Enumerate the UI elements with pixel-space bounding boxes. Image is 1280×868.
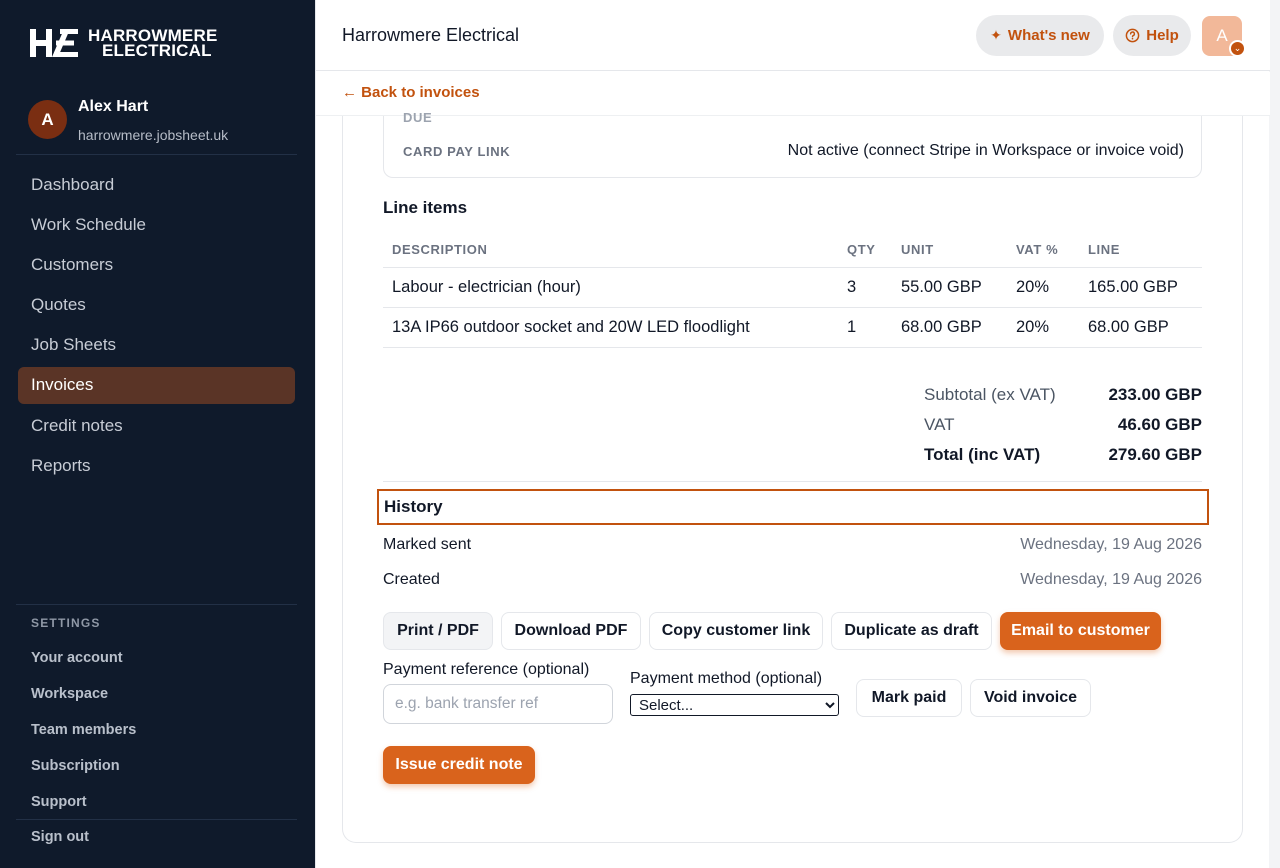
due-label: DUE <box>403 110 433 122</box>
settings-your-account[interactable]: Your account <box>31 640 136 676</box>
vat-row: VAT 46.60 GBP <box>924 410 1202 440</box>
nav-quotes[interactable]: Quotes <box>18 287 295 324</box>
card-pay-link-label: CARD PAY LINK <box>403 144 511 159</box>
settings-support[interactable]: Support <box>31 784 136 820</box>
subtotal-row: Subtotal (ex VAT) 233.00 GBP <box>924 380 1202 410</box>
col-vat: VAT % <box>1016 232 1088 268</box>
user-profile[interactable]: A Alex Hart harrowmere.jobsheet.uk <box>28 98 228 143</box>
history-event-label: Marked sent <box>383 536 472 553</box>
settings-heading: SETTINGS <box>31 616 101 630</box>
signout-divider <box>16 819 297 820</box>
mark-paid-button[interactable]: Mark paid <box>856 679 962 717</box>
page-title: Harrowmere Electrical <box>342 25 520 45</box>
invoice-card: DUE CARD PAY LINK Not active (connect St… <box>342 110 1243 843</box>
user-name: Alex Hart <box>78 98 149 115</box>
account-menu-button[interactable]: A ⌄ <box>1202 16 1246 57</box>
history-event-label: Created <box>383 571 440 588</box>
payment-reference-input[interactable] <box>383 684 613 724</box>
sidebar-nav: Dashboard Work Schedule Customers Quotes… <box>18 166 295 488</box>
history-event: Marked sent Wednesday, 19 Aug 2026 <box>383 536 1202 554</box>
nav-dashboard[interactable]: Dashboard <box>18 166 295 203</box>
payment-method-select[interactable]: Select... <box>630 694 839 716</box>
top-bar: Harrowmere Electrical ✦ What's new Help … <box>316 0 1270 71</box>
print-pdf-button[interactable]: Print / PDF <box>383 612 493 650</box>
total-row: Total (inc VAT) 279.60 GBP <box>924 440 1202 470</box>
item-line-total: 68.00 GBP <box>1088 307 1202 348</box>
whats-new-label: What's new <box>1007 27 1090 44</box>
item-line-total: 165.00 GBP <box>1088 267 1202 308</box>
history-event: Created Wednesday, 19 Aug 2026 <box>383 571 1202 589</box>
sign-out-link[interactable]: Sign out <box>31 829 89 845</box>
col-description: DESCRIPTION <box>383 232 847 268</box>
nav-job-sheets[interactable]: Job Sheets <box>18 327 295 364</box>
item-description: 13A IP66 outdoor socket and 20W LED floo… <box>383 307 847 348</box>
settings-nav: Your account Workspace Team members Subs… <box>31 640 136 820</box>
nav-work-schedule[interactable]: Work Schedule <box>18 206 295 243</box>
item-qty: 3 <box>847 267 901 308</box>
nav-invoices[interactable]: Invoices <box>18 366 295 404</box>
table-row: 13A IP66 outdoor socket and 20W LED floo… <box>383 307 1202 348</box>
logo-text: HARROWMERE ELECTRICAL <box>88 27 218 60</box>
logo-mark-icon <box>30 29 78 57</box>
subtotal-label: Subtotal (ex VAT) <box>924 385 1056 404</box>
chevron-down-icon: ⌄ <box>1229 40 1246 57</box>
total-value: 279.60 GBP <box>1108 445 1202 464</box>
vat-label: VAT <box>924 415 955 434</box>
subtotal-value: 233.00 GBP <box>1108 385 1202 404</box>
user-avatar: A <box>28 100 67 139</box>
table-header-row: DESCRIPTION QTY UNIT VAT % LINE <box>383 232 1202 268</box>
help-button[interactable]: Help <box>1113 15 1191 56</box>
void-invoice-button[interactable]: Void invoice <box>970 679 1091 717</box>
item-description: Labour - electrician (hour) <box>383 267 847 308</box>
back-to-invoices-link[interactable]: ← Back to invoices <box>342 84 480 101</box>
settings-divider <box>16 604 297 605</box>
settings-team-members[interactable]: Team members <box>31 712 136 748</box>
history-event-date: Wednesday, 19 Aug 2026 <box>1020 571 1202 588</box>
settings-workspace[interactable]: Workspace <box>31 676 136 712</box>
totals-divider <box>383 481 1202 482</box>
sidebar-divider <box>16 154 297 155</box>
item-vat: 20% <box>1016 307 1088 348</box>
invoice-totals: Subtotal (ex VAT) 233.00 GBP VAT 46.60 G… <box>924 380 1202 470</box>
email-to-customer-button[interactable]: Email to customer <box>1000 612 1161 650</box>
item-qty: 1 <box>847 307 901 348</box>
history-heading-box: History <box>377 489 1209 525</box>
col-qty: QTY <box>847 232 901 268</box>
col-line: LINE <box>1088 232 1202 268</box>
invoice-info-box: DUE CARD PAY LINK Not active (connect St… <box>383 110 1202 178</box>
col-unit: UNIT <box>901 232 1016 268</box>
total-label: Total (inc VAT) <box>924 445 1041 464</box>
nav-reports[interactable]: Reports <box>18 447 295 484</box>
history-title: History <box>384 497 443 516</box>
nav-credit-notes[interactable]: Credit notes <box>18 407 295 444</box>
sidebar: HARROWMERE ELECTRICAL A Alex Hart harrow… <box>0 0 315 868</box>
card-pay-link-value: Not active (connect Stripe in Workspace … <box>787 142 1184 159</box>
back-bar: ← Back to invoices <box>316 72 1270 116</box>
issue-credit-note-button[interactable]: Issue credit note <box>383 746 535 784</box>
whats-new-button[interactable]: ✦ What's new <box>976 15 1104 56</box>
history-event-date: Wednesday, 19 Aug 2026 <box>1020 536 1202 553</box>
table-row: Labour - electrician (hour) 3 55.00 GBP … <box>383 267 1202 308</box>
help-label: Help <box>1146 27 1179 44</box>
item-unit: 68.00 GBP <box>901 307 1016 348</box>
duplicate-as-draft-button[interactable]: Duplicate as draft <box>831 612 992 650</box>
sparkle-icon: ✦ <box>990 27 1002 43</box>
main-content: Harrowmere Electrical ✦ What's new Help … <box>315 0 1270 868</box>
nav-customers[interactable]: Customers <box>18 246 295 283</box>
user-domain: harrowmere.jobsheet.uk <box>78 127 229 143</box>
account-avatar-initial: A <box>1216 26 1228 45</box>
item-vat: 20% <box>1016 267 1088 308</box>
item-unit: 55.00 GBP <box>901 267 1016 308</box>
logo-line-2: ELECTRICAL <box>102 41 212 60</box>
vat-value: 46.60 GBP <box>1117 415 1202 434</box>
settings-subscription[interactable]: Subscription <box>31 748 136 784</box>
copy-customer-link-button[interactable]: Copy customer link <box>649 612 823 650</box>
line-items-title: Line items <box>383 198 468 217</box>
download-pdf-button[interactable]: Download PDF <box>501 612 641 650</box>
payment-reference-label: Payment reference (optional) <box>383 661 590 678</box>
brand-logo[interactable]: HARROWMERE ELECTRICAL <box>30 26 218 60</box>
help-circle-icon <box>1125 28 1140 43</box>
line-items-table: DESCRIPTION QTY UNIT VAT % LINE Labour -… <box>383 232 1202 348</box>
payment-method-label: Payment method (optional) <box>630 670 823 687</box>
